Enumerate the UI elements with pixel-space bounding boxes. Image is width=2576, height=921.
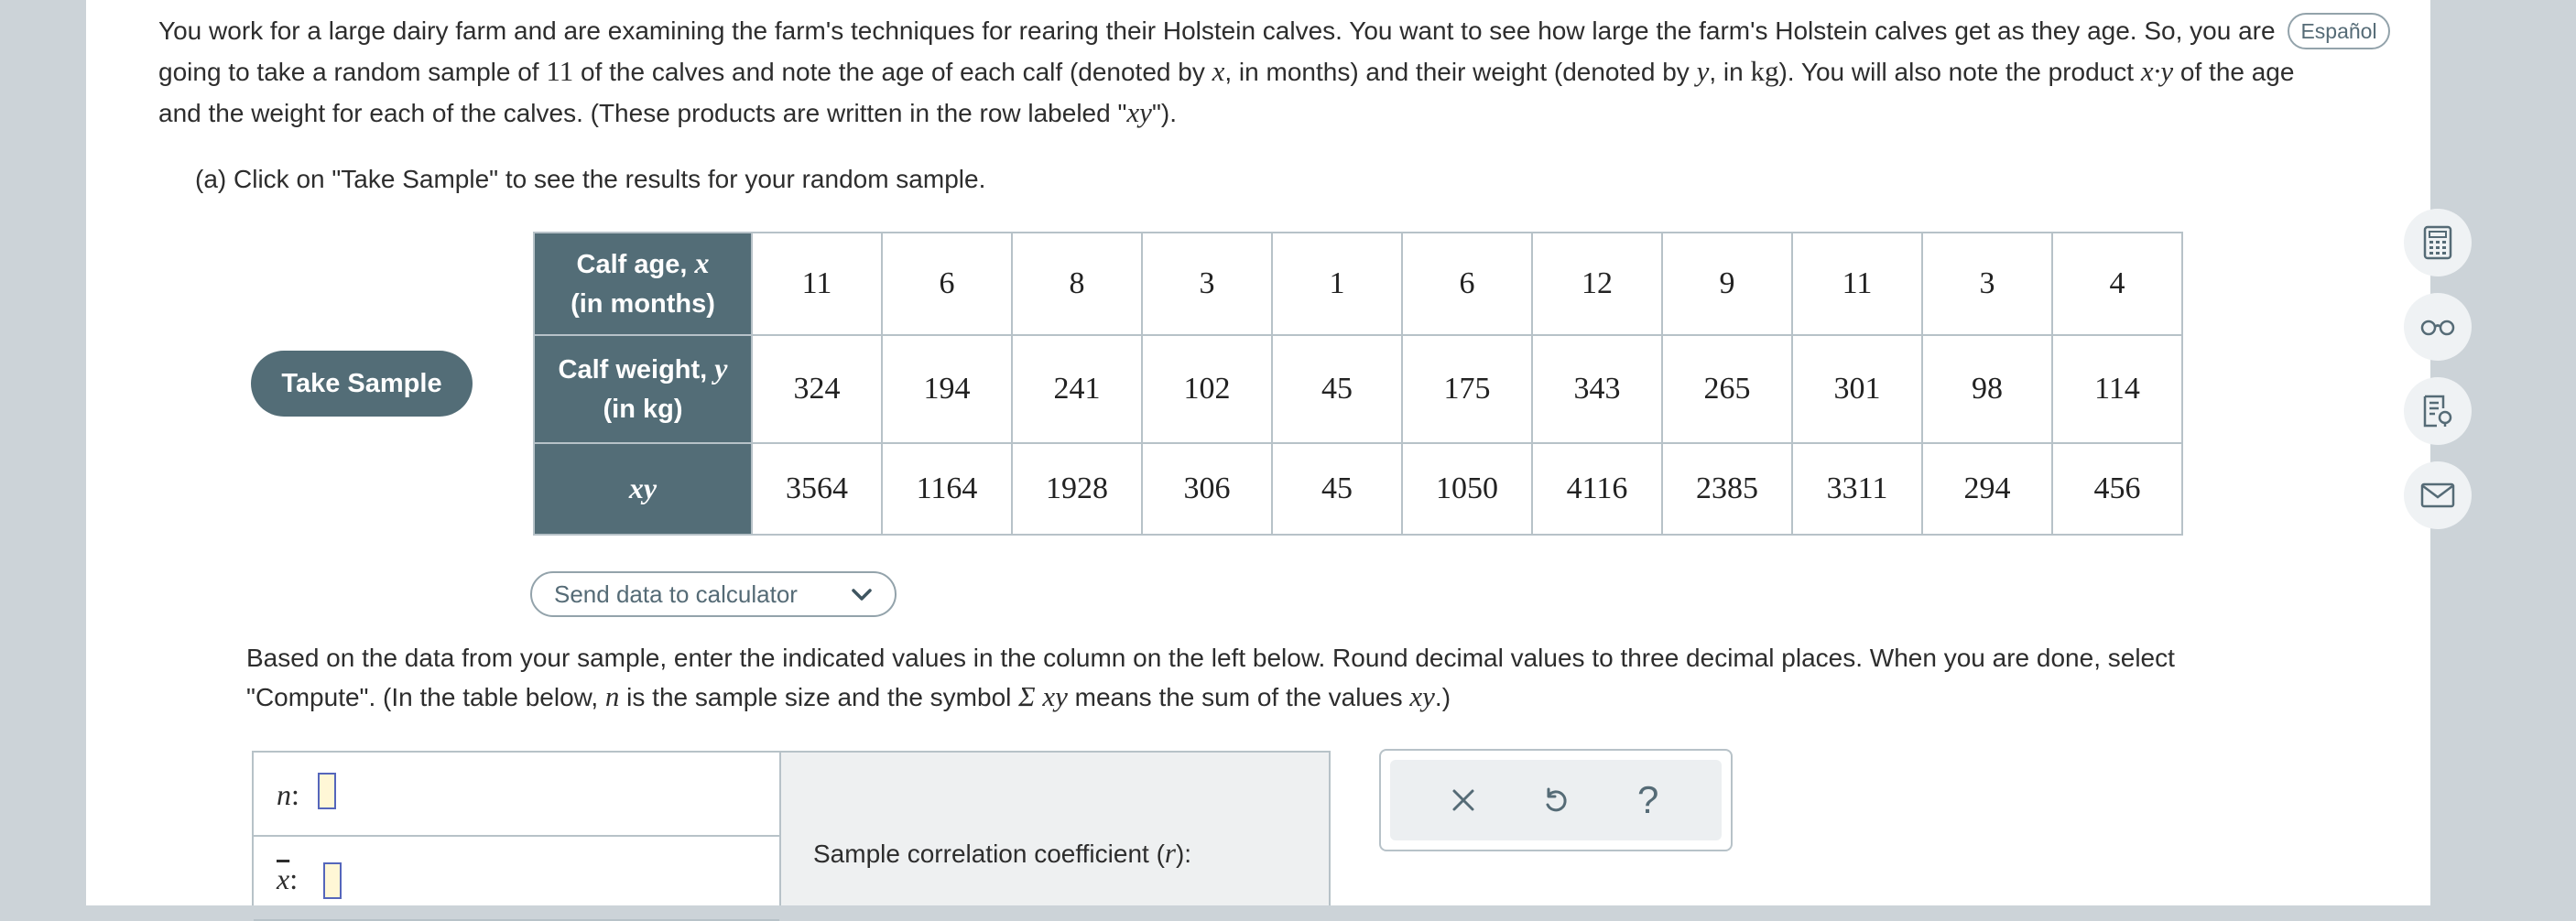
send-data-label: Send data to calculator [554,580,798,608]
table-cell: 294 [1921,442,2053,536]
table-cell: 8 [1011,232,1143,336]
table-cell: 3 [1141,232,1273,336]
table-cell: 6 [1401,232,1533,336]
take-sample-button[interactable]: Take Sample [251,351,473,417]
table-cell: 9 [1661,232,1793,336]
calculator-icon[interactable] [2404,209,2472,276]
correlation-label: Sample correlation coefficient (r): [813,837,1192,869]
problem-intro: You work for a large dairy farm and are … [158,16,2295,128]
table-cell: 1164 [881,442,1013,536]
xbar-row: x: [254,837,779,921]
close-icon[interactable] [1436,773,1491,828]
table-cell: 241 [1011,334,1143,444]
table-cell: 1050 [1401,442,1533,536]
table-cell: 4 [2051,232,2183,336]
answer-toolbar-inner: ? [1390,760,1722,840]
answer-entry-table: n: x: [252,751,781,921]
table-cell: 12 [1531,232,1663,336]
n-label: n: [277,778,299,811]
table-cell: 175 [1401,334,1533,444]
table-cell: 301 [1791,334,1923,444]
table-cell: 194 [881,334,1013,444]
table-cell: 6 [881,232,1013,336]
sample-table: Calf age, x (in months) 11 6 8 3 1 6 12 9… [533,232,2183,536]
question-panel: You work for a large dairy farm and are … [86,0,2472,921]
instructions-text: Based on the data from your sample, ente… [246,644,2175,712]
table-cell: 3564 [751,442,883,536]
result-panel: Sample correlation coefficient (r): [781,751,1331,905]
table-cell: 11 [1791,232,1923,336]
chevron-down-icon [852,589,872,601]
table-row-xy: xy 3564 1164 1928 306 45 1050 4116 2385 … [533,442,2183,536]
row-header-age: Calf age, x (in months) [533,232,753,336]
table-cell: 343 [1531,334,1663,444]
table-cell: 98 [1921,334,2053,444]
table-cell: 1928 [1011,442,1143,536]
table-cell: 324 [751,334,883,444]
n-row: n: [254,753,779,837]
table-cell: 265 [1661,334,1793,444]
table-row-age: Calf age, x (in months) 11 6 8 3 1 6 12 9… [533,232,2183,336]
table-cell: 45 [1271,442,1403,536]
table-cell: 3 [1921,232,2053,336]
glasses-icon[interactable] [2404,293,2472,361]
part-a-prompt: (a) Click on "Take Sample" to see the re… [195,165,986,193]
mail-icon[interactable] [2404,461,2472,529]
n-input[interactable] [318,773,336,809]
espanol-button[interactable]: Español [2288,13,2390,49]
answer-toolbar: ? [1379,749,1733,851]
table-cell: 45 [1271,334,1403,444]
notes-icon[interactable] [2404,377,2472,445]
undo-icon[interactable] [1528,773,1583,828]
send-data-to-calculator-button[interactable]: Send data to calculator [530,571,897,617]
table-cell: 11 [751,232,883,336]
row-header-weight: Calf weight, y (in kg) [533,334,753,444]
table-cell: 102 [1141,334,1273,444]
help-icon[interactable]: ? [1621,773,1676,828]
xbar-input[interactable] [323,862,342,899]
table-cell: 456 [2051,442,2183,536]
table-cell: 1 [1271,232,1403,336]
table-cell: 4116 [1531,442,1663,536]
table-cell: 2385 [1661,442,1793,536]
row-header-xy: xy [533,442,753,536]
table-row-weight: Calf weight, y (in kg) 324 194 241 102 45… [533,334,2183,444]
xbar-label: x: [277,862,299,895]
table-cell: 114 [2051,334,2183,444]
table-cell: 306 [1141,442,1273,536]
table-cell: 3311 [1791,442,1923,536]
